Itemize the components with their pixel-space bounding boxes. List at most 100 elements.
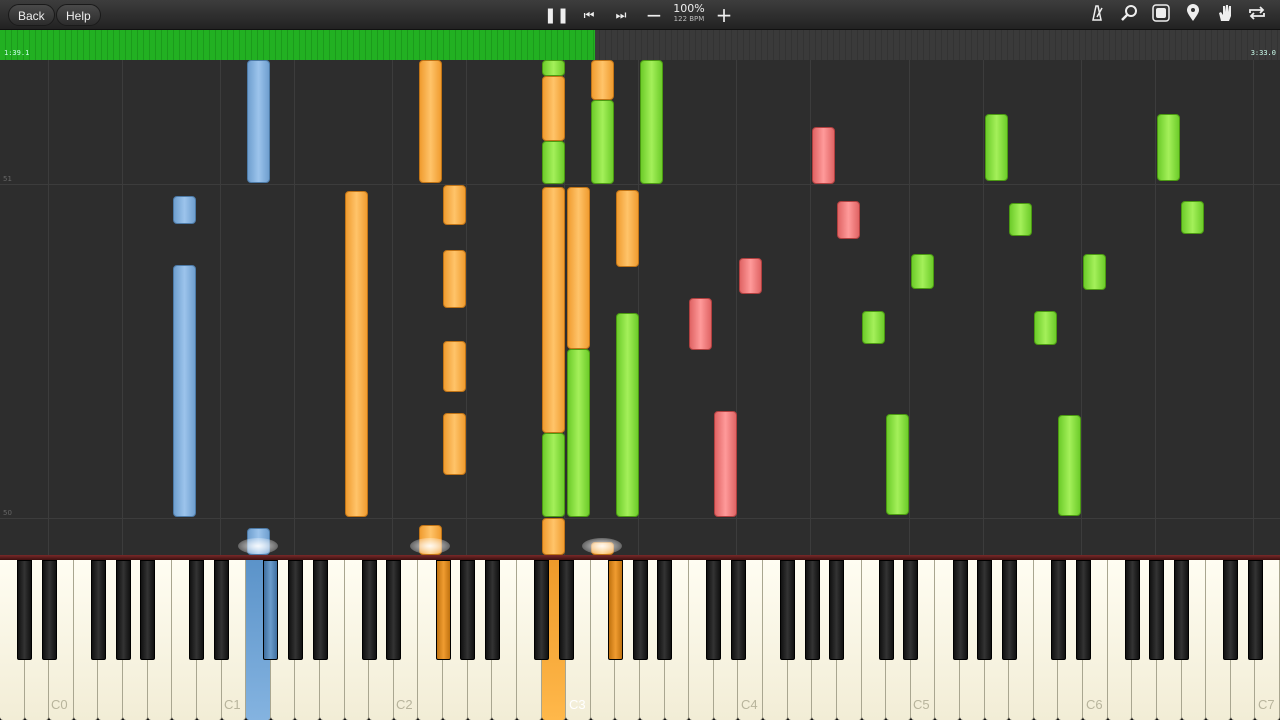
black-key-dsharp2[interactable] bbox=[386, 560, 402, 660]
octave-label-c4: C4 bbox=[741, 697, 758, 712]
metronome-icon[interactable] bbox=[1086, 4, 1108, 26]
note-orange bbox=[542, 76, 565, 141]
octave-label-c0: C0 bbox=[51, 697, 68, 712]
black-key-gsharp2[interactable] bbox=[460, 560, 476, 660]
note-green bbox=[911, 254, 934, 289]
octave-label-c2: C2 bbox=[396, 697, 413, 712]
location-pin-icon[interactable] bbox=[1182, 4, 1204, 26]
note-orange bbox=[616, 190, 639, 267]
measure-number: 51 bbox=[3, 175, 12, 183]
note-blue bbox=[247, 60, 270, 183]
note-green bbox=[542, 60, 565, 76]
guide-line bbox=[466, 60, 467, 555]
note-red bbox=[689, 298, 712, 350]
octave-label-c3: C3 bbox=[569, 697, 586, 712]
plus-icon[interactable]: + bbox=[713, 4, 735, 26]
loop-icon[interactable] bbox=[1246, 4, 1268, 26]
guide-line bbox=[122, 60, 123, 555]
back-button[interactable]: Back bbox=[8, 4, 55, 26]
black-key-fsharp4[interactable] bbox=[780, 560, 796, 660]
black-key-csharp1[interactable] bbox=[189, 560, 205, 660]
skip-forward-icon[interactable]: ⏭ bbox=[610, 4, 632, 26]
black-key-gsharp5[interactable] bbox=[977, 560, 993, 660]
black-key-dsharp5[interactable] bbox=[903, 560, 919, 660]
note-orange bbox=[443, 250, 466, 308]
toolbar: Back Help ❚❚ ⏮ ⏭ − 100% 122 BPM + bbox=[0, 0, 1280, 30]
black-key-gsharp6[interactable] bbox=[1149, 560, 1165, 660]
timeline-scrubber[interactable]: 1:39.1 3:33.0 bbox=[0, 30, 1280, 60]
black-key-asharp4[interactable] bbox=[829, 560, 845, 660]
black-key-csharp3[interactable] bbox=[534, 560, 550, 660]
black-key-asharp6[interactable] bbox=[1174, 560, 1190, 660]
octave-label-c5: C5 bbox=[913, 697, 930, 712]
note-red bbox=[812, 127, 835, 184]
note-green bbox=[1083, 254, 1106, 290]
note-green bbox=[985, 114, 1008, 181]
black-key-asharp2[interactable] bbox=[484, 560, 500, 660]
key-hit-glow bbox=[238, 538, 278, 554]
black-key-csharp5[interactable] bbox=[878, 560, 894, 660]
black-key-fsharp2[interactable] bbox=[435, 560, 451, 660]
black-key-asharp3[interactable] bbox=[657, 560, 673, 660]
black-key-dsharp6[interactable] bbox=[1075, 560, 1091, 660]
black-key-csharp4[interactable] bbox=[706, 560, 722, 660]
hand-icon[interactable] bbox=[1214, 4, 1236, 26]
octave-label-c6: C6 bbox=[1086, 697, 1103, 712]
black-key-csharp2[interactable] bbox=[361, 560, 377, 660]
skip-back-icon[interactable]: ⏮ bbox=[578, 4, 600, 26]
note-green bbox=[886, 414, 909, 515]
black-key-fsharp0[interactable] bbox=[90, 560, 106, 660]
black-key-asharp5[interactable] bbox=[1001, 560, 1017, 660]
black-key-gsharp1[interactable] bbox=[287, 560, 303, 660]
guide-line bbox=[48, 60, 49, 555]
note-green bbox=[591, 100, 614, 184]
guide-line bbox=[392, 60, 393, 555]
black-key-asharp1[interactable] bbox=[312, 560, 328, 660]
guide-line bbox=[1081, 60, 1082, 555]
note-green bbox=[567, 349, 590, 517]
black-key-fsharp1[interactable] bbox=[263, 560, 279, 660]
piano-keyboard: C0 C1 C2 C3 C4 C5 C6 C7 bbox=[0, 555, 1280, 720]
black-key-dsharp3[interactable] bbox=[558, 560, 574, 660]
black-key-dsharp0[interactable] bbox=[41, 560, 57, 660]
guide-line bbox=[1253, 60, 1254, 555]
guide-line bbox=[294, 60, 295, 555]
key-hit-glow bbox=[582, 538, 622, 554]
pause-icon[interactable]: ❚❚ bbox=[544, 4, 569, 26]
black-key-gsharp4[interactable] bbox=[804, 560, 820, 660]
help-button[interactable]: Help bbox=[56, 4, 101, 26]
black-key-asharp0[interactable] bbox=[140, 560, 156, 660]
synthesia-player: Back Help ❚❚ ⏮ ⏭ − 100% 122 BPM + 1:39.1… bbox=[0, 0, 1280, 720]
black-key-csharp0[interactable] bbox=[17, 560, 33, 660]
note-orange bbox=[345, 191, 368, 517]
note-blue bbox=[173, 265, 196, 517]
black-key-dsharp4[interactable] bbox=[730, 560, 746, 660]
note-orange bbox=[542, 518, 565, 555]
tempo-bpm: 122 BPM bbox=[673, 15, 705, 23]
guide-line bbox=[810, 60, 811, 555]
key-hit-glow bbox=[410, 538, 450, 554]
note-green bbox=[1009, 203, 1032, 236]
speed-display: 100% 122 BPM bbox=[668, 2, 710, 24]
black-key-fsharp5[interactable] bbox=[952, 560, 968, 660]
black-key-fsharp3[interactable] bbox=[607, 560, 623, 660]
note-orange bbox=[443, 185, 466, 225]
black-key-dsharp7[interactable] bbox=[1247, 560, 1263, 660]
magnifier-icon[interactable] bbox=[1118, 4, 1140, 26]
note-labels-icon[interactable] bbox=[1150, 4, 1172, 26]
note-orange bbox=[542, 187, 565, 433]
note-green bbox=[542, 433, 565, 517]
minus-icon[interactable]: − bbox=[643, 4, 665, 26]
black-key-csharp7[interactable] bbox=[1223, 560, 1239, 660]
black-key-gsharp0[interactable] bbox=[115, 560, 131, 660]
black-key-gsharp3[interactable] bbox=[632, 560, 648, 660]
current-time: 1:39.1 bbox=[4, 49, 30, 57]
black-key-dsharp1[interactable] bbox=[214, 560, 230, 660]
note-green bbox=[1181, 201, 1204, 234]
black-key-fsharp6[interactable] bbox=[1124, 560, 1140, 660]
black-key-csharp6[interactable] bbox=[1050, 560, 1066, 660]
note-green bbox=[1058, 415, 1081, 516]
note-red bbox=[714, 411, 737, 517]
note-green bbox=[542, 141, 565, 184]
speed-percent: 100% bbox=[673, 2, 705, 15]
